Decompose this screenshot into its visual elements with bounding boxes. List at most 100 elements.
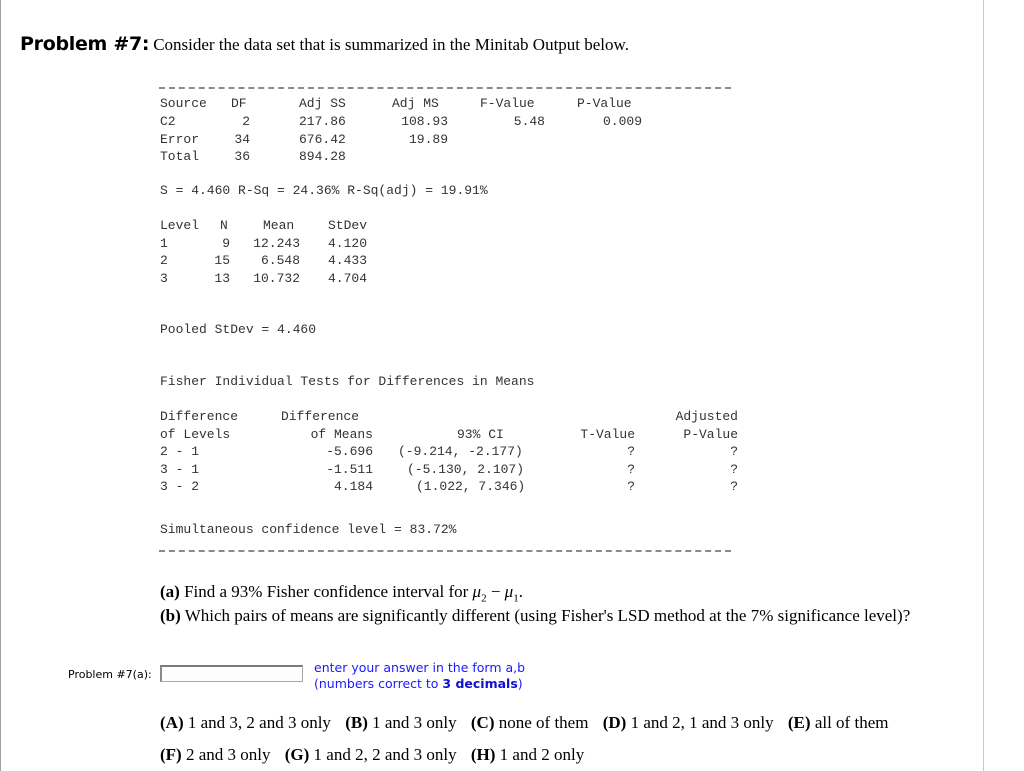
fisher-title: Fisher Individual Tests for Differences … <box>160 374 535 389</box>
choice-text: none of them <box>498 713 589 732</box>
means-cell-level: 1 <box>160 236 168 251</box>
anova-header-fvalue: F-Value <box>480 96 535 111</box>
question-b-text: Which pairs of means are significantly d… <box>184 606 911 625</box>
question-a-text: Find a 93% Fisher confidence interval fo… <box>184 582 469 601</box>
choice-f: (F) 2 and 3 only <box>160 745 271 764</box>
simultaneous-confidence: Simultaneous confidence level = 83.72% <box>160 522 457 537</box>
question-a: (a) Find a 93% Fisher confidence interva… <box>160 582 523 604</box>
fisher-cell-levels: 3 - 1 <box>160 462 200 477</box>
fisher-header-diff-levels: Difference <box>160 409 239 424</box>
fisher-header-row-2: of Levels of Means 93% CI T-Value P-Valu… <box>160 426 738 443</box>
means-cell-mean: 10.732 <box>253 271 300 286</box>
fisher-header-of-levels: of Levels <box>160 427 231 442</box>
choices-row-2: (F) 2 and 3 only (G) 1 and 2, 2 and 3 on… <box>160 745 594 765</box>
fisher-cell-diff: -5.696 <box>326 444 373 459</box>
choice-b: (B) 1 and 3 only <box>345 713 456 732</box>
output-bottom-divider <box>159 550 731 552</box>
fisher-row: 3 - 2 4.184 (1.022, 7.346) ? ? <box>160 478 738 495</box>
means-cell-stdev: 4.120 <box>328 236 368 251</box>
hint-text-end: ) <box>517 676 523 691</box>
fisher-cell-levels: 2 - 1 <box>160 444 200 459</box>
choice-text: 1 and 3 only <box>372 713 457 732</box>
fisher-header-pvalue: P-Value <box>683 427 738 442</box>
anova-row: C2 2 217.86 108.93 5.48 0.009 <box>160 113 642 130</box>
problem-label: Problem #7: <box>20 33 150 55</box>
problem-intro: Consider the data set that is summarized… <box>153 35 629 54</box>
choice-d: (D) 1 and 2, 1 and 3 only <box>603 713 774 732</box>
anova-header-source: Source <box>160 96 207 111</box>
page-right-border <box>983 0 984 771</box>
choice-c: (C) none of them <box>471 713 589 732</box>
choice-text: 1 and 2, 1 and 3 only <box>630 713 774 732</box>
fisher-cell-diff: 4.184 <box>333 479 373 494</box>
choice-e: (E) all of them <box>788 713 889 732</box>
choice-text: 2 and 3 only <box>185 745 271 764</box>
answer-label: Problem #7(a): <box>68 668 152 681</box>
question-b-tag: (b) <box>160 606 181 625</box>
means-cell-level: 2 <box>160 253 168 268</box>
choice-text: 1 and 2 only <box>499 745 585 764</box>
anova-header-df: DF <box>231 96 247 111</box>
means-header-n: N <box>220 218 228 233</box>
question-a-period: . <box>518 582 523 601</box>
fisher-cell-pvalue: ? <box>730 462 738 477</box>
pooled-stdev: Pooled StDev = 4.460 <box>160 322 317 337</box>
fisher-header-row-1: Difference Difference Adjusted <box>160 408 738 425</box>
fisher-cell-levels: 3 - 2 <box>160 479 200 494</box>
choices-row-1: (A) 1 and 3, 2 and 3 only (B) 1 and 3 on… <box>160 713 898 733</box>
anova-cell-source: Error <box>160 132 200 147</box>
choice-a: (A) 1 and 3, 2 and 3 only <box>160 713 331 732</box>
means-row: 1 9 12.243 4.120 <box>160 235 367 252</box>
choice-tag: (C) <box>470 713 495 732</box>
choice-text: 1 and 3, 2 and 3 only <box>187 713 331 732</box>
page-left-border <box>0 0 1 771</box>
fisher-row: 3 - 1 -1.511 (-5.130, 2.107) ? ? <box>160 461 738 478</box>
means-cell-n: 13 <box>214 271 230 286</box>
choice-tag: (E) <box>787 713 811 732</box>
output-top-divider <box>159 87 731 89</box>
choice-h: (H) 1 and 2 only <box>471 745 584 764</box>
choice-text: all of them <box>814 713 889 732</box>
choice-tag: (F) <box>160 745 182 764</box>
means-cell-mean: 12.243 <box>253 236 300 251</box>
minus-sign: − <box>486 582 505 601</box>
anova-cell-source: C2 <box>160 114 176 129</box>
means-cell-n: 15 <box>214 253 230 268</box>
answer-hint-line1: enter your answer in the form a,b <box>314 660 526 675</box>
anova-header-adjss: Adj SS <box>299 96 346 111</box>
hint-text: (numbers correct to <box>314 676 443 691</box>
anova-row: Error 34 676.42 19.89 <box>160 131 448 148</box>
fisher-cell-ci: (-5.130, 2.107) <box>407 462 525 477</box>
choice-tag: (G) <box>284 745 310 764</box>
answer-hint-line2: (numbers correct to 3 decimals) <box>314 676 525 692</box>
anova-cell-adjss: 676.42 <box>299 132 346 147</box>
question-a-tag: (a) <box>160 582 180 601</box>
anova-cell-df: 36 <box>234 149 250 164</box>
hint-bold-text: 3 decimals <box>442 676 518 691</box>
anova-header-pvalue: P-Value <box>577 96 632 111</box>
choice-tag: (B) <box>345 713 368 732</box>
anova-cell-source: Total <box>160 149 200 164</box>
anova-header-row: Source DF Adj SS Adj MS F-Value P-Value <box>160 95 632 112</box>
choice-g: (G) 1 and 2, 2 and 3 only <box>285 745 457 764</box>
answer-input-7a[interactable] <box>160 665 303 682</box>
choice-tag: (D) <box>602 713 627 732</box>
fisher-header-diff-means: Difference <box>281 409 360 424</box>
anova-cell-df: 2 <box>242 114 250 129</box>
means-header-stdev: StDev <box>328 218 368 233</box>
question-b: (b) Which pairs of means are significant… <box>160 606 910 626</box>
answer-hint: enter your answer in the form a,b (numbe… <box>314 660 525 692</box>
means-cell-stdev: 4.433 <box>328 253 368 268</box>
fisher-cell-tvalue: ? <box>627 479 635 494</box>
means-row: 3 13 10.732 4.704 <box>160 270 367 287</box>
problem-header: Problem #7: Consider the data set that i… <box>20 33 629 55</box>
anova-row: Total 36 894.28 <box>160 148 346 165</box>
fisher-cell-ci: (1.022, 7.346) <box>416 479 526 494</box>
anova-cell-adjms: 108.93 <box>401 114 448 129</box>
anova-header-adjms: Adj MS <box>392 96 439 111</box>
fisher-cell-pvalue: ? <box>730 444 738 459</box>
mu1-symbol: μ <box>504 582 514 601</box>
mu2-symbol: μ <box>472 582 482 601</box>
model-summary: S = 4.460 R-Sq = 24.36% R-Sq(adj) = 19.9… <box>160 183 488 198</box>
means-header-row: Level N Mean StDev <box>160 217 367 234</box>
